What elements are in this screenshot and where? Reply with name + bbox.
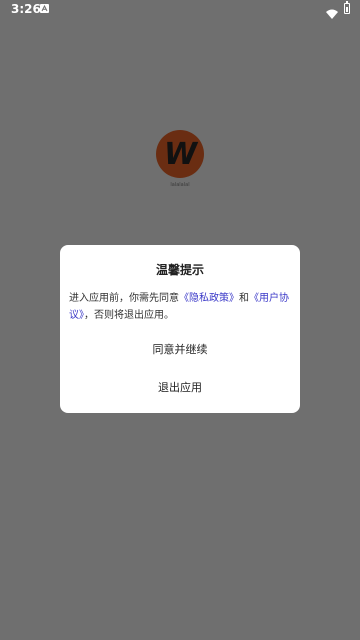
wifi-icon: [326, 4, 338, 19]
privacy-policy-link[interactable]: 《隐私政策》: [179, 293, 239, 304]
privacy-dialog: 温馨提示 进入应用前，你需先同意《隐私政策》和《用户协议》，否则将退出应用。 同…: [60, 245, 300, 413]
agree-continue-button[interactable]: 同意并继续: [60, 340, 300, 360]
notification-icon: [40, 4, 49, 13]
message-prefix: 进入应用前，你需先同意: [69, 293, 179, 304]
app-logo: W: [156, 130, 204, 178]
status-bar: 3:26: [0, 0, 360, 20]
dialog-message: 进入应用前，你需先同意《隐私政策》和《用户协议》，否则将退出应用。: [69, 290, 293, 324]
app-logo-letter: W: [163, 136, 197, 172]
message-and: 和: [239, 293, 249, 304]
dialog-title: 温馨提示: [155, 263, 204, 277]
app-name: lalalalal: [170, 182, 190, 188]
status-time: 3:26: [11, 2, 41, 16]
message-suffix: ，否则将退出应用。: [84, 310, 174, 321]
exit-app-button[interactable]: 退出应用: [60, 378, 300, 398]
battery-icon: [344, 1, 350, 14]
